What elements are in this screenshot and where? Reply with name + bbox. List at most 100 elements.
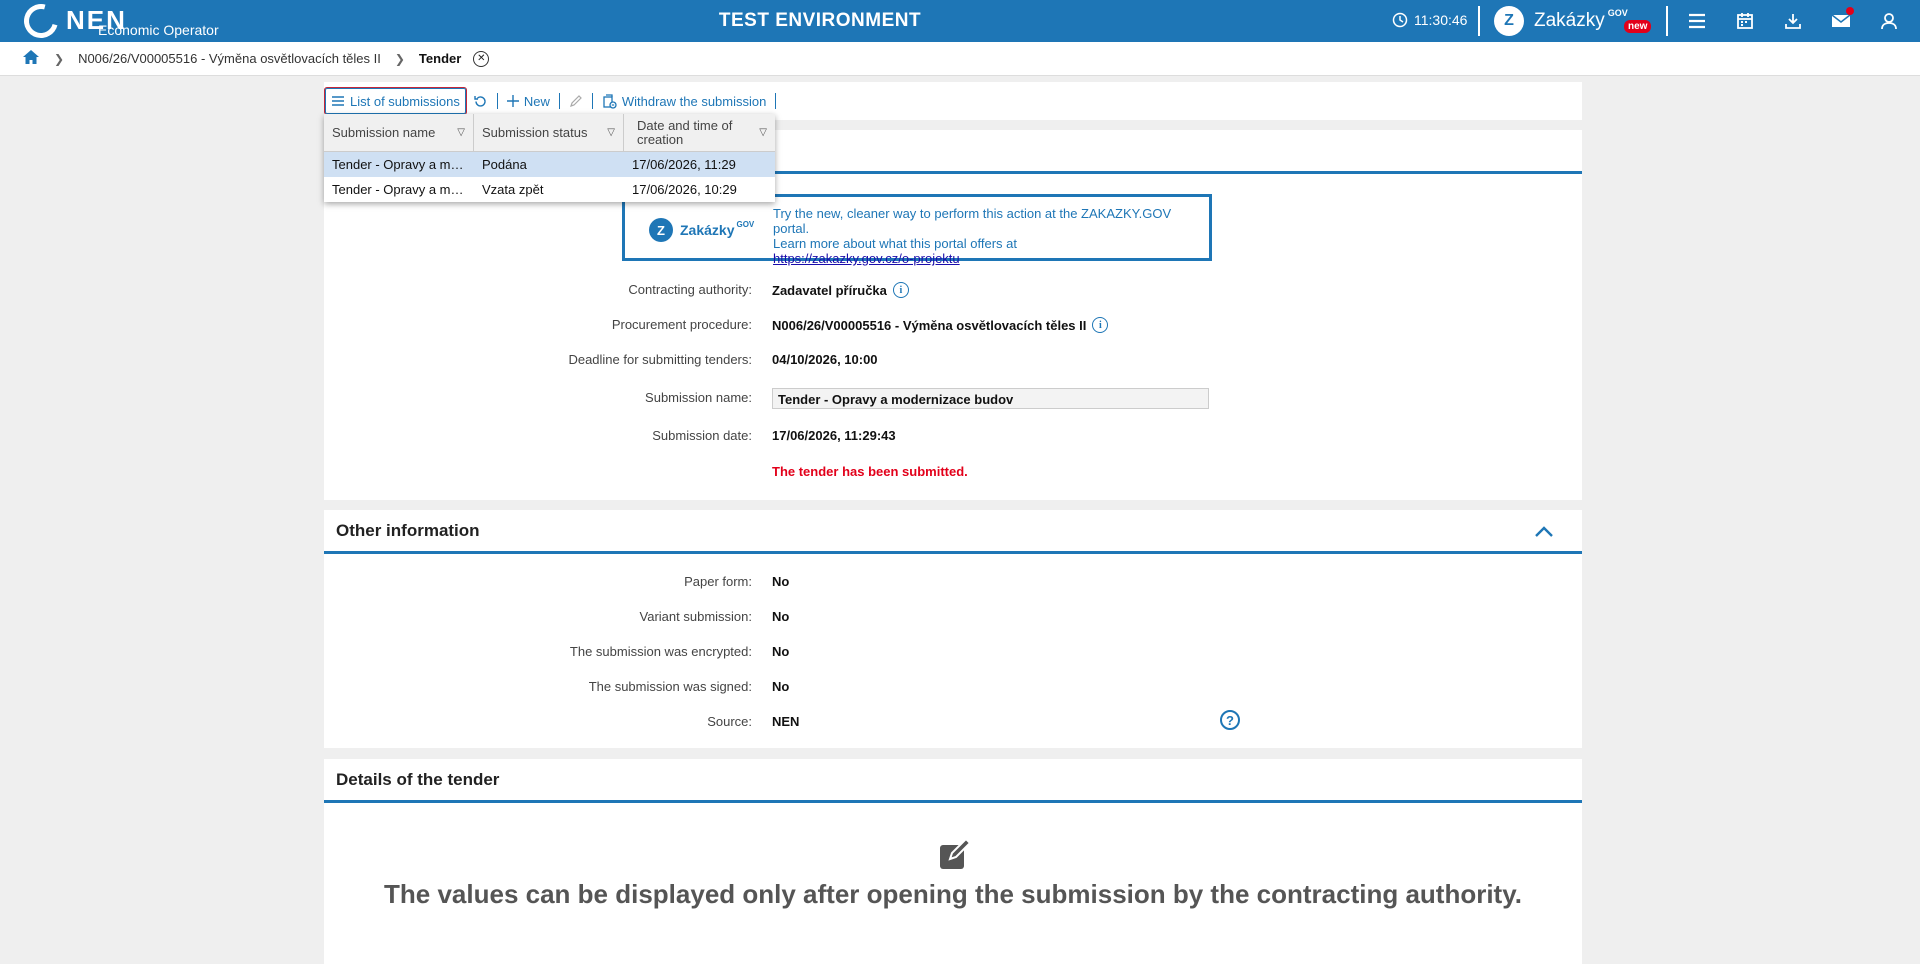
list-icon	[332, 96, 344, 106]
column-header-created[interactable]: Date and time of creation ▽	[624, 114, 775, 151]
pencil-icon	[569, 95, 582, 107]
encrypted-value: No	[772, 644, 790, 659]
banner-line-2: Learn more about what this portal offers…	[773, 236, 1018, 251]
variant-submission-row: Variant submission: No	[324, 609, 1582, 629]
submission-name-cell: Tender - Opravy a mo...	[332, 157, 469, 172]
filter-icon[interactable]: ▽	[607, 126, 615, 140]
zakazky-portal-link[interactable]: Z Zakázky GOV new	[1494, 6, 1652, 36]
breadcrumb-procedure[interactable]: N006/26/V00005516 - Výměna osvětlovacích…	[78, 51, 381, 66]
details-unavailable-note: The values can be displayed only after o…	[384, 879, 1522, 909]
unread-dot	[1846, 7, 1854, 15]
clock-icon	[1392, 12, 1408, 28]
field-label: Contracting authority:	[628, 282, 752, 297]
submission-name-cell: Tender - Opravy a mo...	[332, 182, 469, 197]
chevron-right-icon: ❯	[54, 51, 65, 66]
submission-row[interactable]: Tender - Opravy a mo... Vzata zpět 17/06…	[324, 177, 775, 202]
submission-date-value: 17/06/2026, 11:29:43	[772, 428, 896, 443]
variant-submission-value: No	[772, 609, 790, 624]
menu-icon[interactable]	[1686, 10, 1708, 32]
withdraw-icon	[603, 93, 617, 109]
column-header-label: Submission name	[332, 124, 436, 140]
info-icon[interactable]: i	[892, 282, 909, 298]
contracting-authority-row: Contracting authority: Zadavatel příručk…	[324, 282, 1582, 302]
banner-line-1: Try the new, cleaner way to perform this…	[773, 206, 1172, 236]
field-label: Deadline for submitting tenders:	[568, 352, 752, 367]
portal-name: Zakázky	[1534, 10, 1605, 31]
breadcrumb: ❯ N006/26/V00005516 - Výměna osvětlovací…	[0, 42, 1920, 76]
signed-value: No	[772, 679, 790, 694]
submission-status-cell: Vzata zpět	[482, 182, 544, 197]
edit-note-icon	[940, 839, 970, 869]
submission-row[interactable]: Tender - Opravy a mo... Podána 17/06/202…	[324, 152, 775, 177]
refresh-button[interactable]	[467, 87, 494, 115]
list-of-submissions-label: List of submissions	[350, 93, 460, 109]
new-label: New	[523, 93, 550, 109]
banner-logo-suffix: GOV	[736, 219, 755, 229]
procurement-procedure-value: N006/26/V00005516 - Výměna osvětlovacích…	[772, 317, 1087, 333]
toolbar-separator	[558, 93, 560, 109]
paper-form-row: Paper form: No	[324, 574, 1582, 594]
info-icon[interactable]: i	[1092, 317, 1109, 333]
other-information-header[interactable]: Other information	[324, 510, 1582, 554]
field-label: Submission name:	[645, 390, 752, 405]
contracting-authority-value: Zadavatel příručka	[772, 282, 887, 298]
calendar-icon[interactable]	[1734, 10, 1756, 32]
divider	[1666, 6, 1668, 36]
section-title: Other information	[336, 520, 480, 540]
submission-name-field[interactable]: Tender - Opravy a modernizace budov	[772, 388, 1209, 409]
tender-details-panel: Details of the tender The values can be …	[324, 759, 1582, 964]
home-icon[interactable]	[22, 49, 40, 68]
new-button[interactable]: New	[501, 87, 556, 115]
clock-time: 11:30:46	[1414, 12, 1468, 28]
column-header-submission-name[interactable]: Submission name ▽	[324, 114, 474, 151]
submission-created-cell: 17/06/2026, 10:29	[632, 182, 737, 197]
zakazky-banner: Z Zakázky GOV Try the new, cleaner way t…	[622, 194, 1212, 266]
field-label: Submission date:	[652, 428, 752, 443]
deadline-row: Deadline for submitting tenders: 04/10/2…	[324, 352, 1582, 372]
breadcrumb-current: Tender	[418, 51, 462, 66]
new-badge: new	[1624, 20, 1652, 33]
encrypted-row: The submission was encrypted: No	[324, 644, 1582, 664]
user-icon[interactable]	[1878, 10, 1900, 32]
withdraw-label: Withdraw the submission	[621, 93, 767, 109]
refresh-icon	[474, 95, 486, 107]
tender-details-header: Details of the tender	[324, 759, 1582, 803]
banner-link[interactable]: https://zakazky.gov.cz/o-projektu	[773, 251, 960, 266]
banner-logo-text: Zakázky	[680, 222, 735, 238]
close-tab-icon[interactable]: ✕	[473, 50, 490, 67]
portal-suffix: GOV	[1607, 8, 1628, 18]
divider	[1478, 6, 1480, 36]
procurement-procedure-row: Procurement procedure: N006/26/V00005516…	[324, 317, 1582, 337]
session-clock: 11:30:46	[1392, 12, 1467, 28]
filter-icon[interactable]: ▽	[457, 126, 465, 140]
banner-logo: Z Zakázky GOV	[649, 218, 754, 242]
download-icon[interactable]	[1782, 10, 1804, 32]
toolbar-separator	[591, 93, 593, 109]
field-label: Procurement procedure:	[611, 317, 752, 332]
filter-icon[interactable]: ▽	[759, 126, 767, 140]
chevron-up-icon[interactable]	[1534, 524, 1554, 538]
field-label: Paper form:	[684, 574, 752, 589]
signed-row: The submission was signed: No	[324, 679, 1582, 699]
other-information-panel: Other information Paper form: No Variant…	[324, 510, 1582, 748]
field-value: Zadavatel příručka i	[772, 282, 909, 298]
submission-status-cell: Podána	[482, 157, 527, 172]
field-label: The submission was signed:	[588, 679, 752, 694]
chevron-right-icon: ❯	[394, 51, 405, 66]
plus-icon	[506, 95, 519, 107]
withdraw-submission-button[interactable]: Withdraw the submission	[596, 87, 773, 115]
top-bar: NEN Economic Operator TEST ENVIRONMENT 1…	[0, 0, 1920, 45]
banner-text: Try the new, cleaner way to perform this…	[773, 206, 1209, 266]
submission-created-cell: 17/06/2026, 11:29	[632, 157, 736, 172]
mail-icon[interactable]	[1830, 7, 1854, 32]
column-header-submission-status[interactable]: Submission status ▽	[474, 114, 624, 151]
dropdown-header: Submission name ▽ Submission status ▽ Da…	[324, 114, 775, 152]
toolbar-separator	[775, 93, 777, 109]
help-icon[interactable]: ?	[1220, 710, 1240, 730]
submission-status-message: The tender has been submitted.	[772, 464, 968, 479]
list-of-submissions-button[interactable]: List of submissions	[324, 87, 467, 115]
edit-button[interactable]	[563, 87, 589, 115]
submission-date-row: Submission date: 17/06/2026, 11:29:43	[324, 428, 1582, 448]
field-label: The submission was encrypted:	[569, 644, 752, 659]
section-title: Details of the tender	[336, 769, 500, 789]
